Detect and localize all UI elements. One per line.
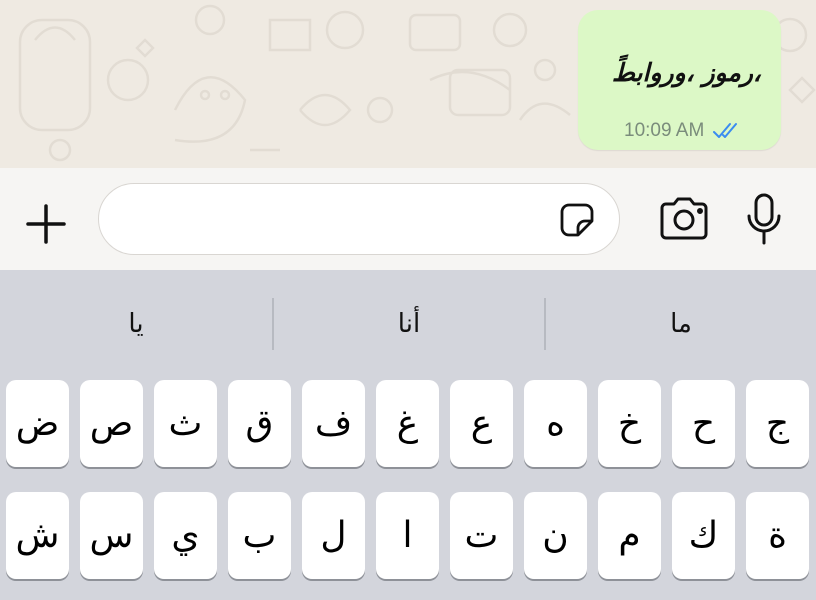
key[interactable]: ح (672, 380, 735, 467)
key[interactable]: ق (228, 380, 291, 467)
composer-bar (0, 168, 816, 270)
message-text: ،رموز ،وروابطً (611, 58, 761, 87)
key[interactable]: غ (376, 380, 439, 467)
message-time: 10:09 AM (624, 120, 705, 141)
key[interactable]: ع (450, 380, 513, 467)
chat-area: ،رموز ،وروابطً 10:09 AM (0, 0, 816, 168)
suggestion-bar: يا أنا ما (0, 292, 816, 356)
microphone-icon[interactable] (744, 192, 784, 246)
key[interactable]: خ (598, 380, 661, 467)
key[interactable]: س (80, 492, 143, 579)
suggestion-3[interactable]: ما (546, 292, 816, 356)
key[interactable]: ك (672, 492, 735, 579)
plus-icon[interactable] (20, 198, 72, 250)
key[interactable]: م (598, 492, 661, 579)
message-bubble[interactable]: ،رموز ،وروابطً 10:09 AM (578, 10, 781, 150)
key[interactable]: ج (746, 380, 809, 467)
keyboard: يا أنا ما ض ص ث ق ف غ ع ه خ ح ج ش س ي ب … (0, 270, 816, 600)
key[interactable]: ن (524, 492, 587, 579)
key[interactable]: ث (154, 380, 217, 467)
suggestion-2[interactable]: أنا (274, 292, 544, 356)
double-check-icon (713, 123, 738, 138)
camera-icon[interactable] (658, 196, 710, 242)
key[interactable]: ش (6, 492, 69, 579)
key[interactable]: ا (376, 492, 439, 579)
key[interactable]: ه (524, 380, 587, 467)
key[interactable]: ب (228, 492, 291, 579)
key[interactable]: ص (80, 380, 143, 467)
key[interactable]: ي (154, 492, 217, 579)
key[interactable]: ض (6, 380, 69, 467)
key[interactable]: ة (746, 492, 809, 579)
suggestion-1[interactable]: يا (0, 292, 272, 356)
sticker-icon[interactable] (559, 202, 595, 238)
message-meta: 10:09 AM (624, 120, 742, 142)
key[interactable]: ل (302, 492, 365, 579)
message-input[interactable] (98, 183, 620, 255)
key[interactable]: ف (302, 380, 365, 467)
key[interactable]: ت (450, 492, 513, 579)
